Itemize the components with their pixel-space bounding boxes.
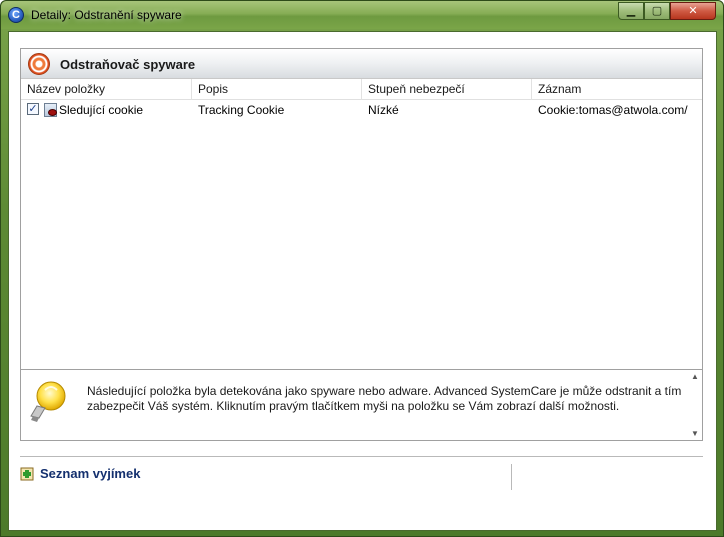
- row-danger: Nízké: [368, 103, 399, 117]
- scroll-up-icon[interactable]: ▲: [691, 372, 699, 381]
- row-description: Tracking Cookie: [198, 103, 285, 117]
- exceptions-list-icon: [20, 467, 34, 481]
- row-name: Sledující cookie: [59, 103, 144, 117]
- app-logo-icon: C: [8, 7, 24, 23]
- row-record: Cookie:tomas@atwola.com/: [538, 103, 688, 117]
- close-button[interactable]: ✕: [670, 2, 716, 20]
- panel-header: Odstraňovač spyware: [21, 49, 702, 79]
- title-bar[interactable]: C Detaily: Odstranění spyware ▁ ▢ ✕: [1, 1, 723, 29]
- lightbulb-icon: [30, 381, 66, 422]
- column-header-name[interactable]: Název položky: [21, 79, 192, 100]
- column-header-record[interactable]: Záznam: [532, 79, 702, 100]
- footer-divider: [20, 456, 703, 458]
- exceptions-label[interactable]: Seznam vyjímek: [40, 466, 140, 481]
- minimize-button[interactable]: ▁: [618, 2, 644, 20]
- info-text: Následující položka byla detekována jako…: [87, 384, 682, 413]
- scroll-down-icon[interactable]: ▼: [691, 429, 699, 438]
- info-box: Následující položka byla detekována jako…: [20, 369, 703, 441]
- column-header-danger[interactable]: Stupeň nebezpečí: [362, 79, 532, 100]
- cookie-icon: [44, 103, 57, 117]
- column-header-description[interactable]: Popis: [192, 79, 362, 100]
- column-headers: Název položky Popis Stupeň nebezpečí Záz…: [21, 79, 702, 100]
- info-scrollbar[interactable]: ▲ ▼: [688, 370, 702, 440]
- panel-title: Odstraňovač spyware: [60, 57, 196, 72]
- footer-vertical-divider: [511, 464, 512, 490]
- spyware-panel: Odstraňovač spyware Název položky Popis …: [20, 48, 703, 377]
- row-checkbox[interactable]: ✓: [27, 103, 39, 115]
- window-title: Detaily: Odstranění spyware: [31, 8, 182, 22]
- table-row[interactable]: ✓ Sledující cookie Tracking Cookie Nízké…: [21, 101, 702, 119]
- spyware-remover-icon: [28, 53, 50, 75]
- maximize-button[interactable]: ▢: [644, 2, 670, 20]
